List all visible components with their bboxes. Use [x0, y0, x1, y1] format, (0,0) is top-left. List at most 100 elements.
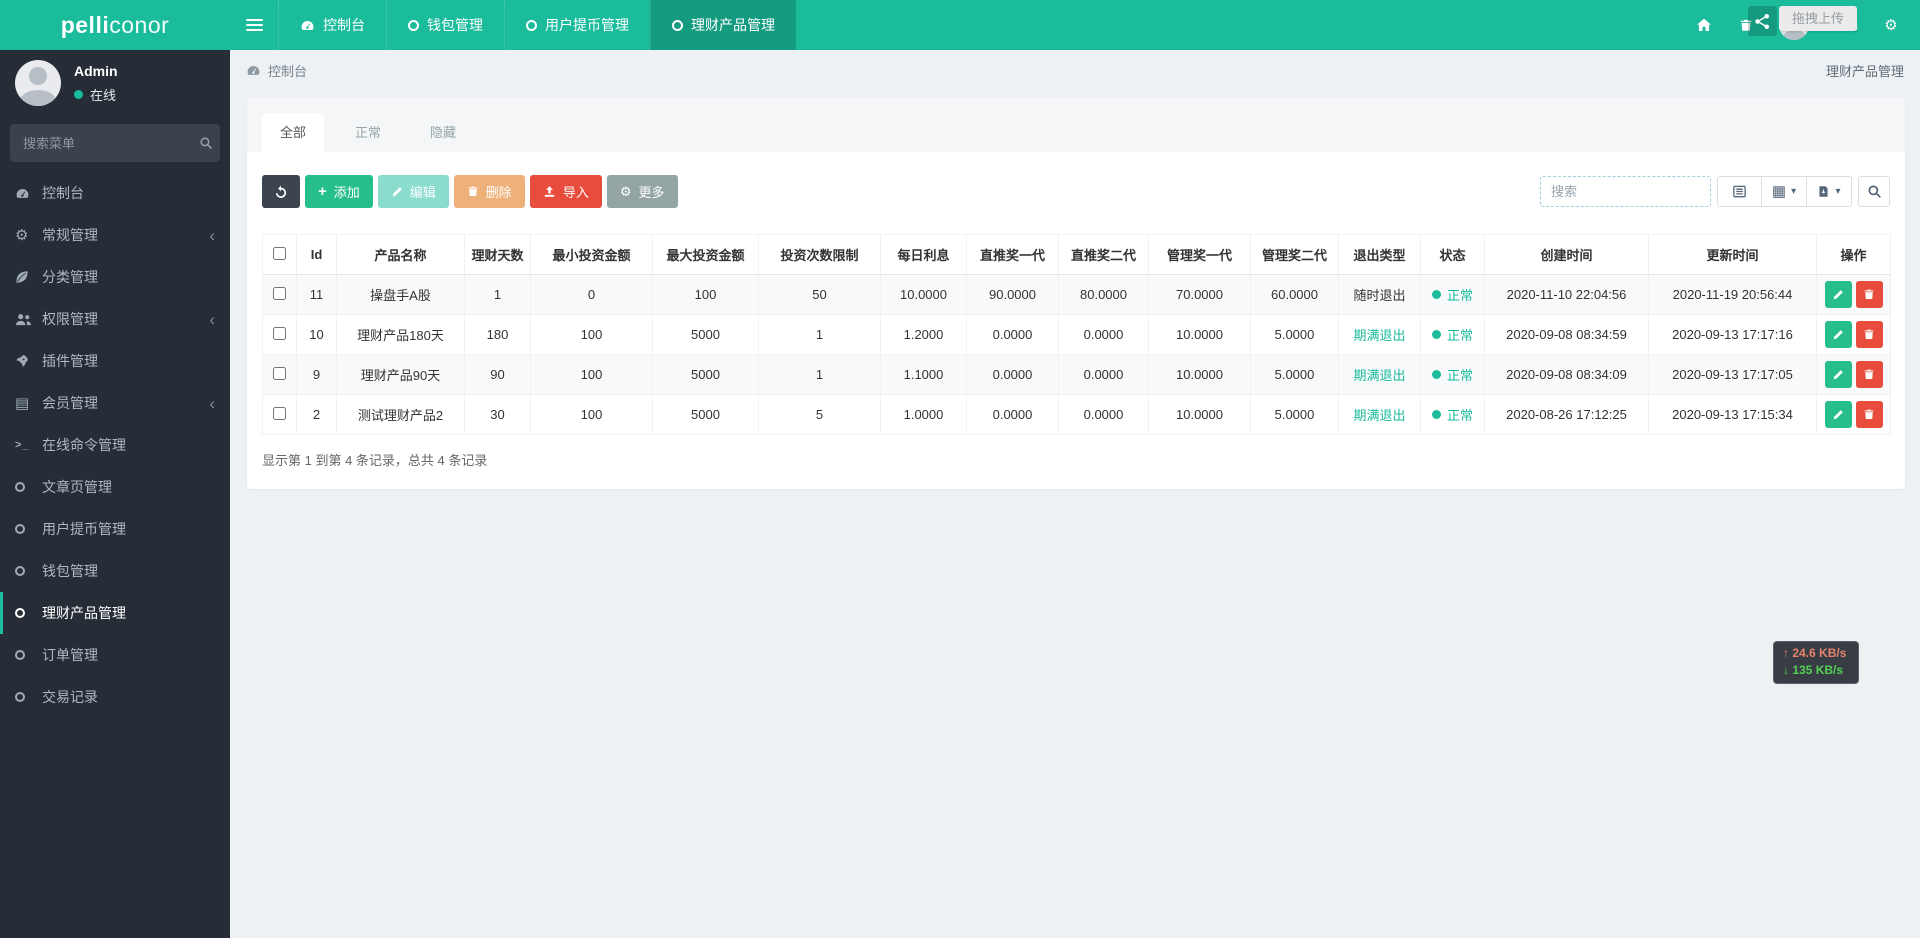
dashboard-icon	[15, 186, 42, 201]
row-edit-button[interactable]	[1824, 281, 1852, 309]
column-header[interactable]: 退出类型	[1338, 234, 1421, 275]
cell-exit-type: 随时退出	[1338, 274, 1421, 315]
row-edit-button[interactable]	[1824, 321, 1852, 349]
status-dot-icon	[1431, 290, 1441, 299]
sidebar-item-label: 文章页管理	[42, 479, 112, 495]
sidebar-item-2[interactable]: ⚙ 常规管理 ‹	[0, 214, 230, 256]
more-button[interactable]: ⚙ 更多	[606, 175, 678, 208]
breadcrumb-home-link[interactable]: 控制台	[268, 61, 307, 80]
sidebar-item-9[interactable]: 用户提币管理	[0, 508, 230, 550]
cell-invest-limit: 1	[758, 354, 881, 395]
columns-toggle-button[interactable]: ▦ ▾	[1762, 176, 1807, 207]
cell-exit-type: 期满退出	[1338, 314, 1421, 355]
sidebar-item-7[interactable]: >_ 在线命令管理	[0, 424, 230, 466]
home-button[interactable]	[1683, 0, 1725, 50]
status-badge: 正常	[1431, 285, 1473, 304]
trash-icon	[1863, 328, 1875, 341]
sidebar-toggle-button[interactable]	[230, 0, 278, 50]
brand-logo[interactable]: pelli conor	[0, 0, 230, 50]
sidebar-item-3[interactable]: 分类管理	[0, 256, 230, 298]
table-search-input[interactable]	[1540, 176, 1711, 207]
row-checkbox[interactable]	[273, 366, 286, 380]
filter-tab-2[interactable]: 正常	[337, 113, 399, 152]
cell-created: 2020-08-26 17:12:25	[1484, 394, 1649, 435]
cell-invest-limit: 50	[758, 274, 881, 315]
row-checkbox[interactable]	[273, 326, 286, 340]
toolbar: +添加 编辑 删除 导入 ⚙更多 ▦▾ ▾	[262, 175, 1890, 208]
column-header[interactable]: 理财天数	[464, 234, 531, 275]
row-delete-button[interactable]	[1855, 400, 1883, 428]
row-delete-button[interactable]	[1855, 280, 1883, 308]
delete-button[interactable]: 删除	[453, 175, 525, 208]
sidebar-item-11[interactable]: 理财产品管理	[0, 592, 230, 634]
add-button[interactable]: + 添加	[305, 175, 373, 208]
upload-speed: ↑ 24.6 KB/s	[1783, 646, 1847, 660]
cell-invest-limit: 1	[758, 314, 881, 355]
sidebar-item-13[interactable]: 交易记录	[0, 676, 230, 718]
column-header[interactable]: 每日利息	[880, 234, 967, 275]
column-header[interactable]: 最小投资金额	[530, 234, 653, 275]
cell-status: 正常	[1420, 274, 1485, 315]
topnav-tab-2[interactable]: 钱包管理	[386, 0, 504, 50]
column-header[interactable]: 管理奖二代	[1250, 234, 1339, 275]
cell-ref-bonus-2: 0.0000	[1058, 354, 1149, 395]
circle-icon	[15, 566, 42, 576]
sidebar-search-input[interactable]	[23, 135, 199, 151]
download-speed: ↓ 135 KB/s	[1783, 663, 1844, 677]
chevron-left-icon: ‹	[209, 393, 215, 413]
refresh-button[interactable]	[262, 175, 300, 208]
row-edit-button[interactable]	[1824, 401, 1852, 429]
sidebar-item-4[interactable]: 权限管理 ‹	[0, 298, 230, 340]
export-button[interactable]: ▾	[1807, 176, 1852, 207]
edit-button[interactable]: 编辑	[377, 175, 449, 208]
search-submit-button[interactable]	[1858, 176, 1890, 207]
column-header[interactable]: 状态	[1420, 234, 1485, 275]
user-status: 在线	[74, 85, 118, 104]
cogs-icon: ⚙	[15, 226, 29, 244]
cell-days: 90	[464, 354, 531, 395]
settings-button[interactable]: ⚙	[1870, 0, 1912, 50]
row-delete-button[interactable]	[1855, 320, 1883, 348]
sidebar-item-5[interactable]: 插件管理	[0, 340, 230, 382]
row-delete-button[interactable]	[1855, 360, 1883, 388]
status-badge: 正常	[1431, 325, 1473, 344]
column-header[interactable]: 直推奖一代	[966, 234, 1059, 275]
column-header[interactable]: 管理奖一代	[1148, 234, 1251, 275]
circle-icon	[672, 19, 683, 31]
cell-ref-bonus-1: 90.0000	[966, 274, 1059, 315]
row-checkbox[interactable]	[273, 406, 286, 420]
drag-upload-dropzone[interactable]	[1748, 6, 1777, 36]
filter-tab-3[interactable]: 隐藏	[412, 113, 474, 152]
column-header[interactable]: 直推奖二代	[1058, 234, 1149, 275]
column-header[interactable]: 投资次数限制	[758, 234, 881, 275]
filter-tab-1[interactable]: 全部	[262, 113, 325, 152]
sidebar-item-8[interactable]: 文章页管理	[0, 466, 230, 508]
column-header[interactable]: 创建时间	[1484, 234, 1649, 275]
cell-mgr-bonus-1: 10.0000	[1148, 314, 1251, 355]
column-header[interactable]: 最大投资金额	[652, 234, 759, 275]
paging-toggle-button[interactable]	[1717, 176, 1762, 207]
chevron-left-icon: ‹	[209, 309, 215, 329]
sidebar-item-1[interactable]: 控制台	[0, 172, 230, 214]
column-header[interactable]: 产品名称	[336, 234, 465, 275]
upload-icon	[543, 185, 556, 198]
sidebar-item-10[interactable]: 钱包管理	[0, 550, 230, 592]
table-body: 11 操盘手A股 1 0 100 50 10.0000 90.0000 80.0000 70.00…	[262, 274, 1891, 435]
sidebar-item-6[interactable]: ▤ 会员管理 ‹	[0, 382, 230, 424]
row-edit-button[interactable]	[1824, 361, 1852, 389]
row-checkbox[interactable]	[273, 286, 286, 300]
topnav-tab-label: 用户提币管理	[545, 17, 629, 33]
cell-min-invest: 0	[530, 274, 653, 315]
topnav-tab-4[interactable]: 理财产品管理	[650, 0, 796, 50]
sidebar-item-label: 常规管理	[42, 227, 98, 243]
topnav-tab-1[interactable]: 控制台	[278, 0, 386, 50]
topnav-tab-3[interactable]: 用户提币管理	[504, 0, 650, 50]
sidebar-item-12[interactable]: 订单管理	[0, 634, 230, 676]
delete-button-label: 删除	[485, 185, 512, 200]
column-header[interactable]: Id	[296, 234, 337, 275]
circle-icon	[15, 608, 42, 618]
import-button[interactable]: 导入	[529, 175, 602, 208]
column-header[interactable]: 操作	[1816, 234, 1891, 275]
select-all-checkbox[interactable]	[273, 246, 286, 260]
column-header[interactable]: 更新时间	[1648, 234, 1817, 275]
